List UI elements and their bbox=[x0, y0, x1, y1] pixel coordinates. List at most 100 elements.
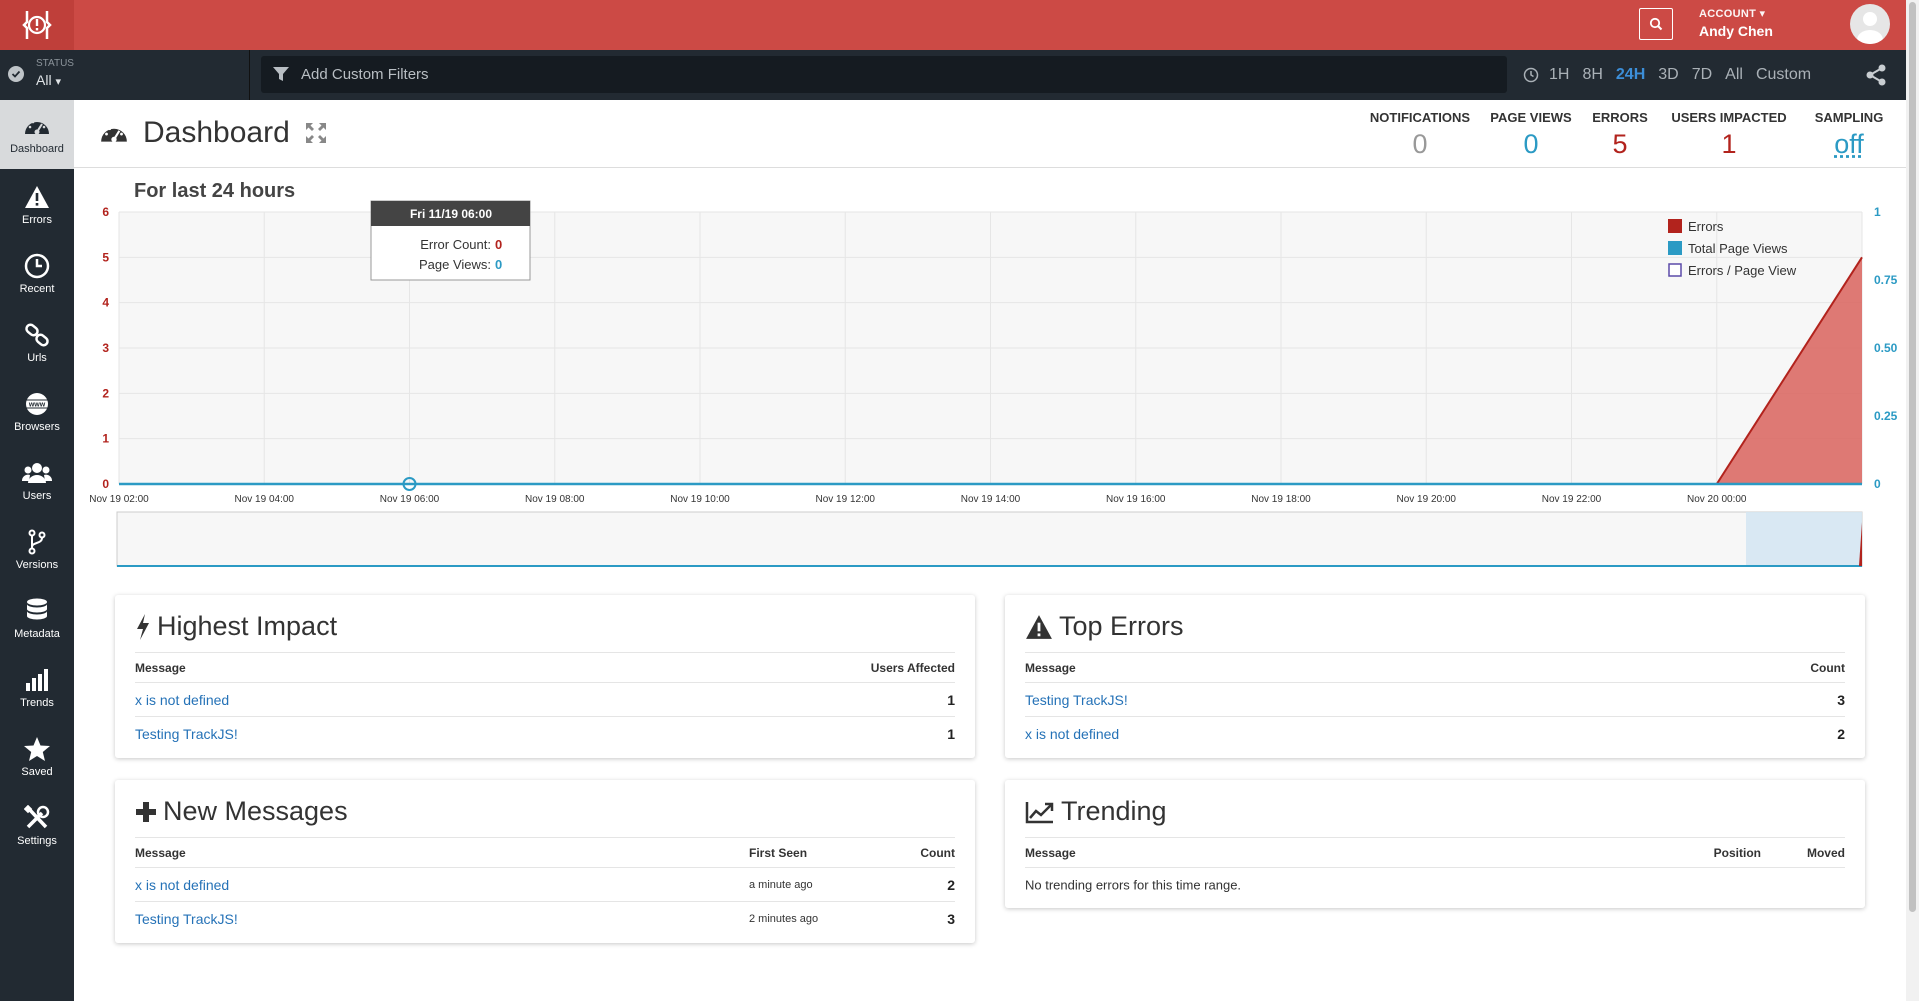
range-3d[interactable]: 3D bbox=[1658, 66, 1678, 84]
trackjs-logo[interactable] bbox=[0, 0, 74, 50]
caret-down-icon: ▾ bbox=[55, 76, 61, 88]
sidebar-item-versions[interactable]: Versions bbox=[0, 516, 74, 585]
sidebar-item-metadata[interactable]: Metadata bbox=[0, 585, 74, 654]
column-header-moved: Moved bbox=[1806, 845, 1845, 860]
sidebar-item-label: Users bbox=[22, 490, 52, 502]
account-menu[interactable]: ACCOUNT ▾ Andy Chen bbox=[1699, 7, 1773, 39]
y-axis-tick-label-left: 3 bbox=[102, 341, 109, 355]
column-header-count: Count bbox=[920, 845, 955, 860]
stat-notifications[interactable]: NOTIFICATIONS 0 bbox=[1350, 110, 1490, 160]
top-bar: ACCOUNT ▾ Andy Chen bbox=[0, 0, 1906, 50]
error-count: 3 bbox=[1837, 691, 1845, 708]
sidebar-item-saved[interactable]: Saved bbox=[0, 723, 74, 792]
stat-value: 0 bbox=[1412, 129, 1428, 159]
scrollbar-thumb[interactable] bbox=[1909, 2, 1916, 912]
error-message-link[interactable]: x is not defined bbox=[135, 877, 229, 893]
stat-errors[interactable]: ERRORS 5 bbox=[1585, 110, 1655, 160]
page-header: Dashboard NOTIFICATIONS 0 PAGE VIEWS 0 E… bbox=[74, 100, 1906, 168]
sidebar-item-trends[interactable]: Trends bbox=[0, 654, 74, 723]
status-filter[interactable]: STATUS All ▾ bbox=[0, 50, 250, 100]
error-message-link[interactable]: x is not defined bbox=[135, 692, 229, 708]
y-axis-tick-label-left: 5 bbox=[102, 250, 109, 264]
sidebar: Dashboard Errors Recent Urls www Browser… bbox=[0, 100, 74, 1001]
legend-label: Errors bbox=[1688, 219, 1724, 234]
range-1h[interactable]: 1H bbox=[1549, 66, 1569, 84]
x-axis-tick-label: Nov 19 14:00 bbox=[961, 494, 1021, 505]
custom-filter-input[interactable]: Add Custom Filters bbox=[261, 56, 1507, 93]
avatar[interactable] bbox=[1850, 4, 1890, 44]
x-axis-tick-label: Nov 19 12:00 bbox=[816, 494, 876, 505]
page-scrollbar[interactable] bbox=[1906, 0, 1919, 1001]
funnel-icon bbox=[273, 67, 289, 81]
legend-swatch bbox=[1668, 241, 1682, 255]
sidebar-item-recent[interactable]: Recent bbox=[0, 240, 74, 309]
error-message-link[interactable]: Testing TrackJS! bbox=[135, 726, 238, 742]
sidebar-item-label: Urls bbox=[27, 352, 47, 364]
search-button[interactable] bbox=[1639, 8, 1673, 40]
stat-label: NOTIFICATIONS bbox=[1369, 110, 1471, 125]
range-7d[interactable]: 7D bbox=[1692, 66, 1712, 84]
range-8h[interactable]: 8H bbox=[1582, 66, 1602, 84]
range-24h[interactable]: 24H bbox=[1616, 66, 1645, 84]
stat-value: 0 bbox=[1523, 129, 1539, 159]
table-row: x is not defined a minute ago 2 bbox=[135, 868, 955, 902]
y-axis-tick-label-right: 0 bbox=[1874, 477, 1881, 491]
stat-label: ERRORS bbox=[1592, 110, 1648, 125]
y-axis-tick-label-left: 1 bbox=[102, 432, 109, 446]
sidebar-item-urls[interactable]: Urls bbox=[0, 309, 74, 378]
sidebar-item-errors[interactable]: Errors bbox=[0, 171, 74, 240]
tooltip-page-views-value: 0 bbox=[495, 257, 502, 272]
error-message-link[interactable]: x is not defined bbox=[1025, 726, 1119, 742]
x-axis-tick-label: Nov 19 18:00 bbox=[1251, 494, 1311, 505]
stat-value: 1 bbox=[1721, 129, 1737, 159]
message-count: 2 bbox=[947, 876, 955, 893]
table-row: x is not defined 1 bbox=[135, 683, 955, 717]
globe-icon: www bbox=[0, 390, 74, 418]
sidebar-item-label: Browsers bbox=[14, 421, 60, 433]
stat-page-views[interactable]: PAGE VIEWS 0 bbox=[1476, 110, 1586, 160]
filter-placeholder: Add Custom Filters bbox=[301, 66, 429, 83]
legend-label: Errors / Page View bbox=[1688, 263, 1797, 278]
sidebar-item-settings[interactable]: Settings bbox=[0, 792, 74, 861]
check-circle-icon bbox=[8, 66, 24, 82]
highest-impact-panel: Highest Impact Message Users Affected x … bbox=[115, 595, 975, 758]
sidebar-item-dashboard[interactable]: Dashboard bbox=[0, 100, 74, 169]
share-button[interactable] bbox=[1864, 63, 1888, 92]
logo-icon bbox=[22, 11, 52, 39]
stat-label: USERS IMPACTED bbox=[1671, 110, 1787, 125]
range-custom[interactable]: Custom bbox=[1756, 66, 1811, 84]
stat-sampling[interactable]: SAMPLING off bbox=[1807, 110, 1891, 160]
top-errors-panel: Top Errors Message Count Testing TrackJS… bbox=[1005, 595, 1865, 758]
bolt-icon bbox=[137, 613, 149, 640]
range-all[interactable]: All bbox=[1725, 66, 1743, 84]
x-axis-tick-label: Nov 19 22:00 bbox=[1542, 494, 1602, 505]
y-axis-tick-label-right: 0.25 bbox=[1874, 409, 1898, 423]
users-icon bbox=[0, 459, 74, 487]
status-label: STATUS bbox=[36, 58, 74, 69]
column-header-first-seen: First Seen bbox=[749, 845, 808, 860]
user-avatar-icon bbox=[1857, 12, 1883, 44]
stat-label: SAMPLING bbox=[1814, 110, 1884, 125]
trending-panel: Trending Message Position Moved No trend… bbox=[1005, 780, 1865, 908]
errors-chart[interactable]: 0 1 2 3 4 5 6 0 0.25 0.50 0.75 1 Nov 19 02:00 Nov 19 … bbox=[74, 195, 1906, 570]
expand-button[interactable] bbox=[304, 121, 328, 145]
x-axis-tick-label: Nov 19 20:00 bbox=[1397, 494, 1457, 505]
branch-icon bbox=[0, 528, 74, 556]
column-header-users-affected: Users Affected bbox=[870, 660, 955, 675]
error-message-link[interactable]: Testing TrackJS! bbox=[1025, 692, 1128, 708]
sidebar-item-users[interactable]: Users bbox=[0, 447, 74, 516]
stat-users-impacted[interactable]: USERS IMPACTED 1 bbox=[1664, 110, 1794, 160]
legend-label: Total Page Views bbox=[1688, 241, 1788, 256]
sidebar-item-browsers[interactable]: www Browsers bbox=[0, 378, 74, 447]
account-name: Andy Chen bbox=[1699, 23, 1773, 39]
y-axis-tick-label-left: 4 bbox=[102, 296, 109, 310]
error-message-link[interactable]: Testing TrackJS! bbox=[135, 911, 238, 927]
warning-icon bbox=[1026, 614, 1052, 639]
y-axis-tick-label-right: 0.50 bbox=[1874, 341, 1898, 355]
dashboard-icon bbox=[0, 112, 74, 140]
column-header-position: Position bbox=[1713, 845, 1761, 860]
y-axis-tick-label-left: 6 bbox=[102, 205, 109, 219]
legend-swatch bbox=[1668, 263, 1682, 277]
x-axis-tick-label: Nov 20 00:00 bbox=[1687, 494, 1747, 505]
first-seen-time: 2 minutes ago bbox=[749, 913, 819, 925]
